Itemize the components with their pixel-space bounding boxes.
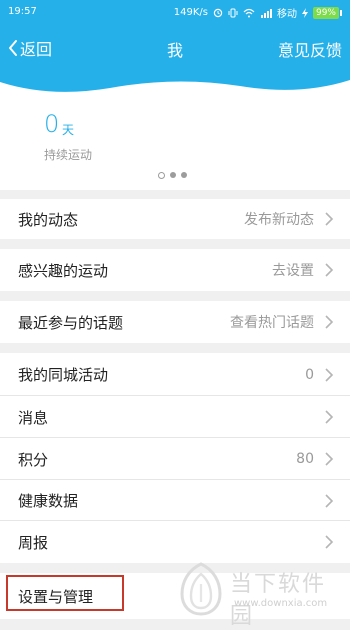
- downxia-logo-icon: [180, 562, 222, 616]
- menu-item-my-posts[interactable]: 我的动态 发布新动态: [0, 199, 350, 239]
- activity-summary-card[interactable]: 0 天 持续运动: [0, 70, 350, 190]
- menu-item-label: 积分: [18, 450, 49, 469]
- chevron-right-icon: [325, 493, 334, 508]
- carrier-label: 移动: [276, 9, 297, 20]
- menu-item-value: 查看热门话题: [230, 315, 314, 331]
- menu-item-interested-sports[interactable]: 感兴趣的运动 去设置: [0, 249, 350, 291]
- menu-item-label: 消息: [18, 408, 49, 427]
- page-dot: [158, 172, 165, 179]
- chevron-right-icon: [325, 452, 334, 466]
- continuous-days-unit: 天: [62, 123, 75, 137]
- menu-item-weekly-report[interactable]: 周报: [0, 521, 350, 563]
- battery-icon: 99%: [312, 6, 342, 19]
- feedback-button[interactable]: 意见反馈: [278, 37, 342, 61]
- menu-item-label: 感兴趣的运动: [18, 261, 109, 280]
- alarm-icon: [213, 8, 223, 17]
- continuous-days-value: 0: [44, 110, 60, 138]
- page-indicator: [158, 172, 187, 179]
- menu-item-health-data[interactable]: 健康数据: [0, 480, 350, 521]
- chevron-right-icon: [325, 212, 334, 226]
- menu-item-local-activities[interactable]: 我的同城活动 0: [0, 353, 350, 396]
- nav-bar: 返回 我 意见反馈: [0, 24, 350, 70]
- chevron-right-icon: [325, 263, 334, 277]
- network-speed: 149K/s: [173, 7, 208, 18]
- menu-item-label: 健康数据: [18, 492, 79, 510]
- menu-item-value: 去设置: [272, 263, 314, 279]
- status-icons: 149K/s 移动 99%: [174, 5, 342, 20]
- settings-highlight-box: [6, 575, 124, 611]
- chevron-right-icon: [325, 535, 334, 549]
- chevron-right-icon: [325, 367, 334, 382]
- battery-level: 99%: [312, 6, 339, 19]
- page-dot: [181, 172, 187, 178]
- menu-item-value: 发布新动态: [244, 212, 314, 228]
- menu-item-label: 我的同城活动: [18, 366, 109, 384]
- menu-item-label: 我的动态: [18, 210, 79, 229]
- menu-item-value: 0: [305, 366, 314, 383]
- wifi-icon: [243, 8, 255, 17]
- menu-item-recent-topics[interactable]: 最近参与的话题 查看热门话题: [0, 301, 350, 343]
- chevron-right-icon: [325, 410, 334, 424]
- wave-decoration: [0, 70, 350, 92]
- menu-item-value: 80: [296, 451, 314, 467]
- continuous-days-label: 持续运动: [44, 148, 93, 162]
- status-bar: 19:57 149K/s 移动 99%: [0, 0, 350, 24]
- watermark-url: www.downxia.com: [234, 598, 328, 609]
- watermark: 当下软件园 www.downxia.com: [178, 560, 348, 629]
- menu-item-messages[interactable]: 消息: [0, 396, 350, 438]
- menu-item-label: 周报: [18, 533, 49, 552]
- status-time: 19:57: [8, 6, 37, 17]
- signal-icon: [260, 8, 272, 18]
- chevron-right-icon: [325, 315, 334, 329]
- menu-item-points[interactable]: 积分 80: [0, 438, 350, 480]
- charging-icon: [301, 7, 308, 18]
- menu-item-label: 最近参与的话题: [18, 313, 124, 332]
- vibrate-icon: [228, 8, 238, 17]
- page-dot: [170, 172, 176, 178]
